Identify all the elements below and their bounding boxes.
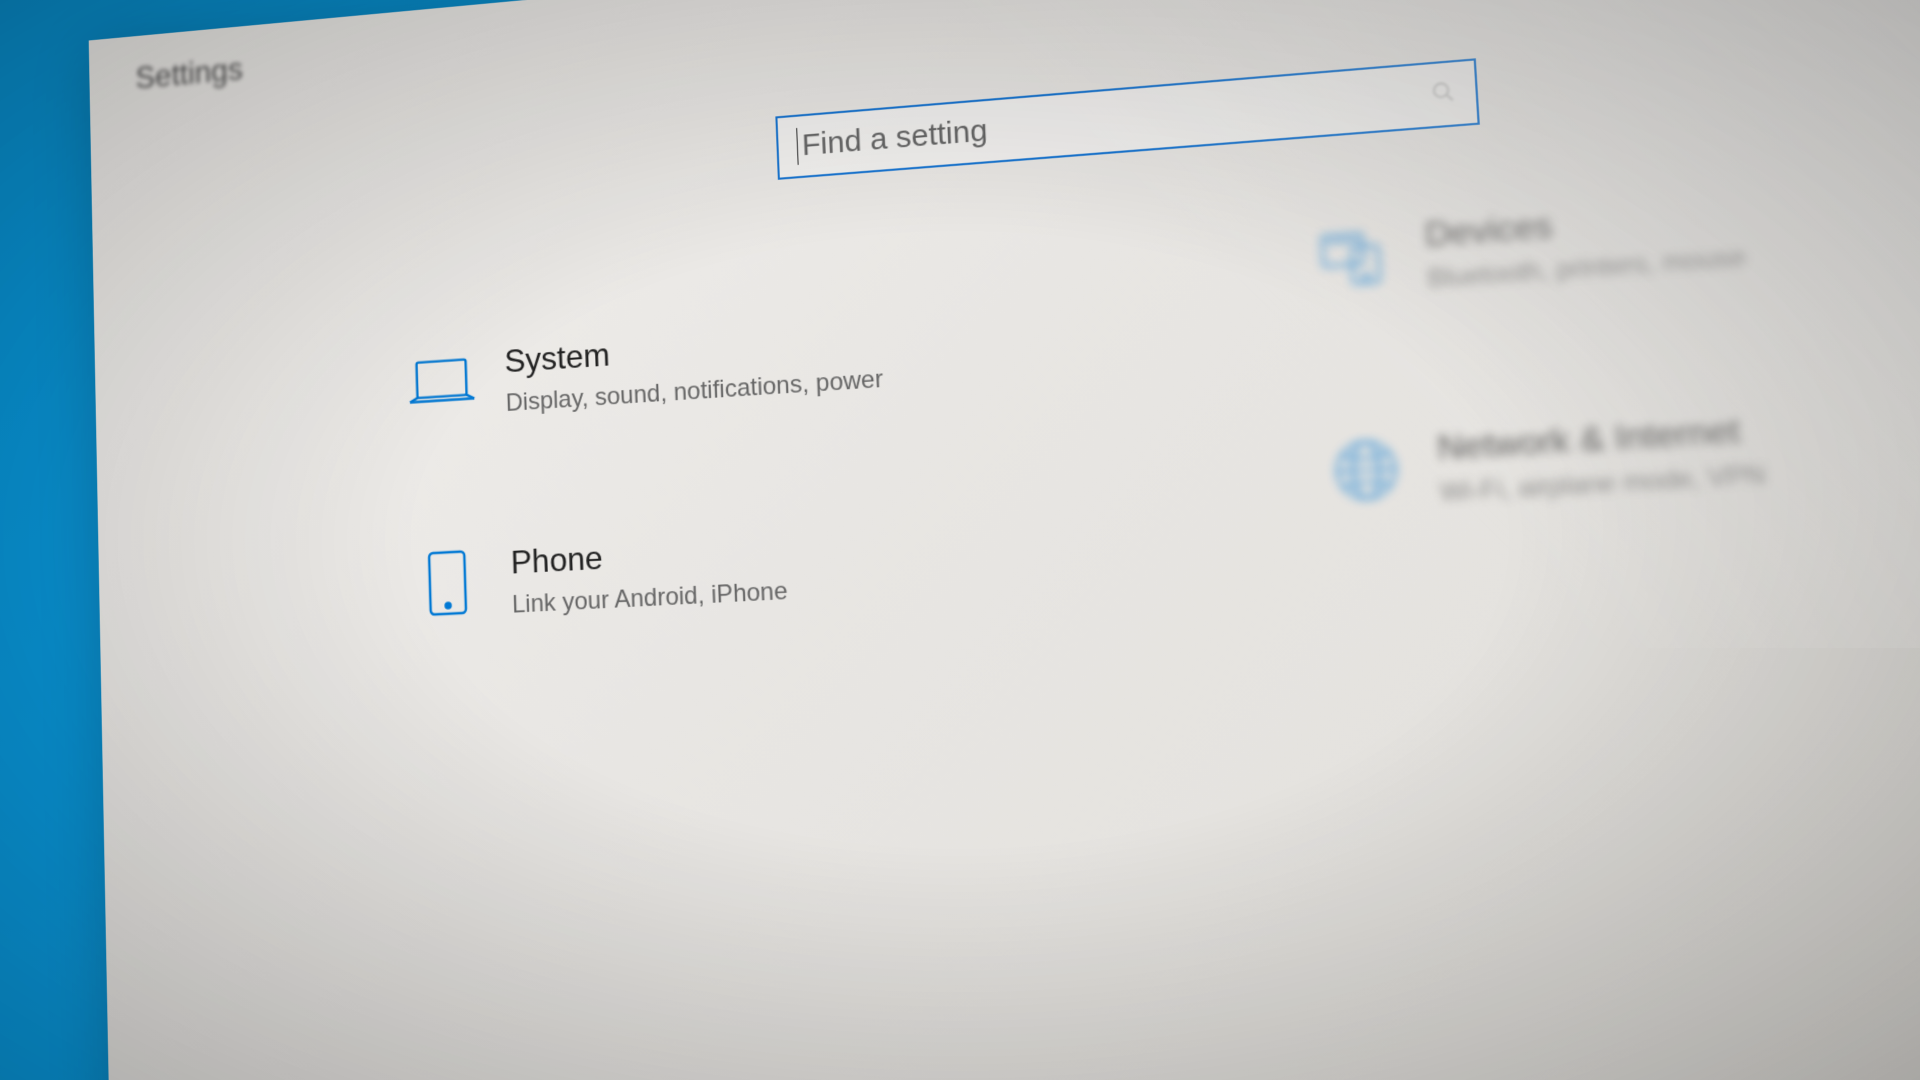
category-system[interactable]: System Display, sound, notifications, po…	[407, 301, 1127, 427]
network-icon	[1325, 430, 1407, 510]
category-title: Phone	[510, 528, 786, 581]
phone-icon	[412, 545, 483, 620]
devices-icon	[1314, 218, 1395, 298]
laptop-icon	[407, 345, 477, 420]
settings-window: Settings Find a setting	[89, 0, 1920, 1080]
search-placeholder: Find a setting	[801, 77, 1432, 163]
category-description: Link your Android, iPhone	[512, 573, 789, 622]
search-icon	[1430, 79, 1456, 110]
text-cursor	[796, 128, 799, 165]
category-network[interactable]: Network & Internet Wi-Fi, airplane mode,…	[1325, 386, 1920, 582]
category-phone[interactable]: Phone Link your Android, iPhone	[412, 510, 1137, 627]
search-input[interactable]: Find a setting	[775, 58, 1479, 180]
